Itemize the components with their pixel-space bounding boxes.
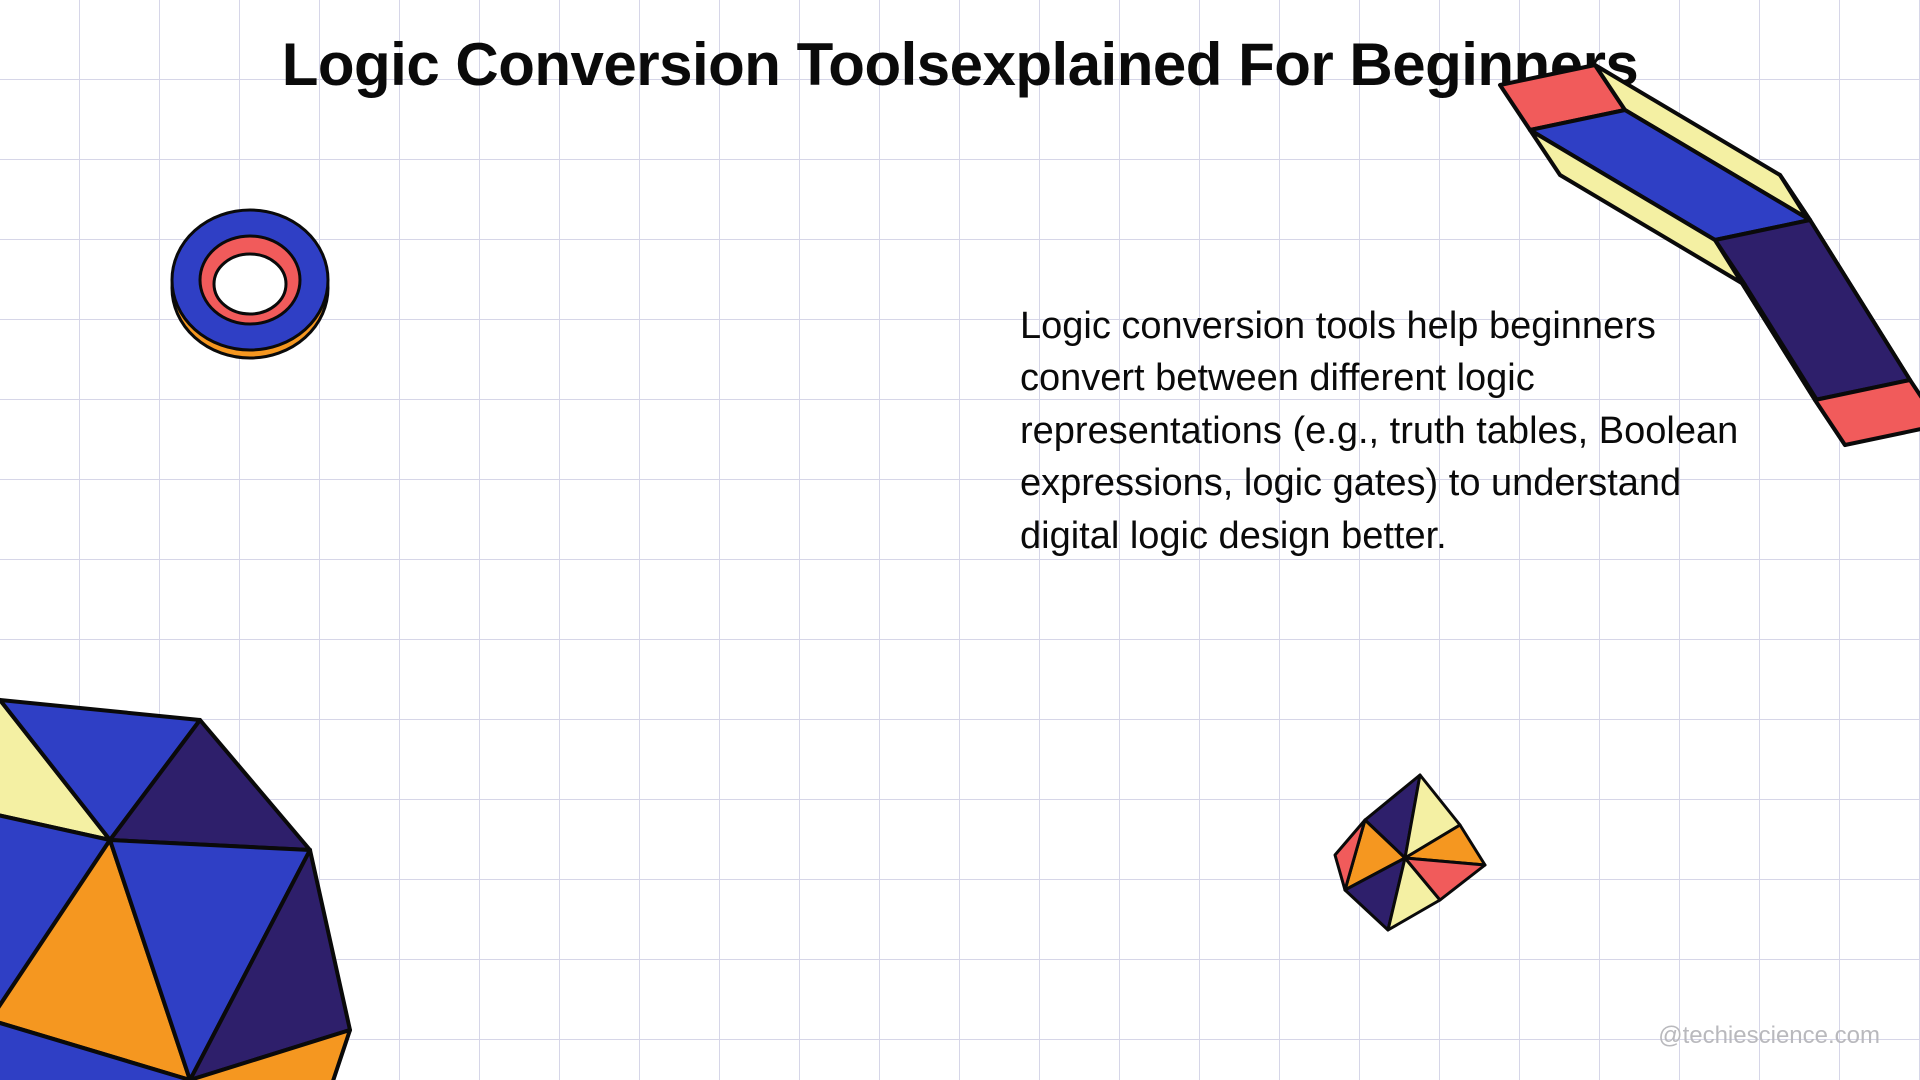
watermark: @techiescience.com bbox=[1658, 1022, 1880, 1050]
ring-icon bbox=[160, 180, 340, 380]
polyhedron-icon bbox=[0, 640, 440, 1080]
slide-canvas: Logic Conversion Toolsexplained For Begi… bbox=[0, 0, 1920, 1080]
chevron-3d-icon bbox=[1440, 50, 1920, 510]
gem-icon bbox=[1330, 770, 1490, 950]
